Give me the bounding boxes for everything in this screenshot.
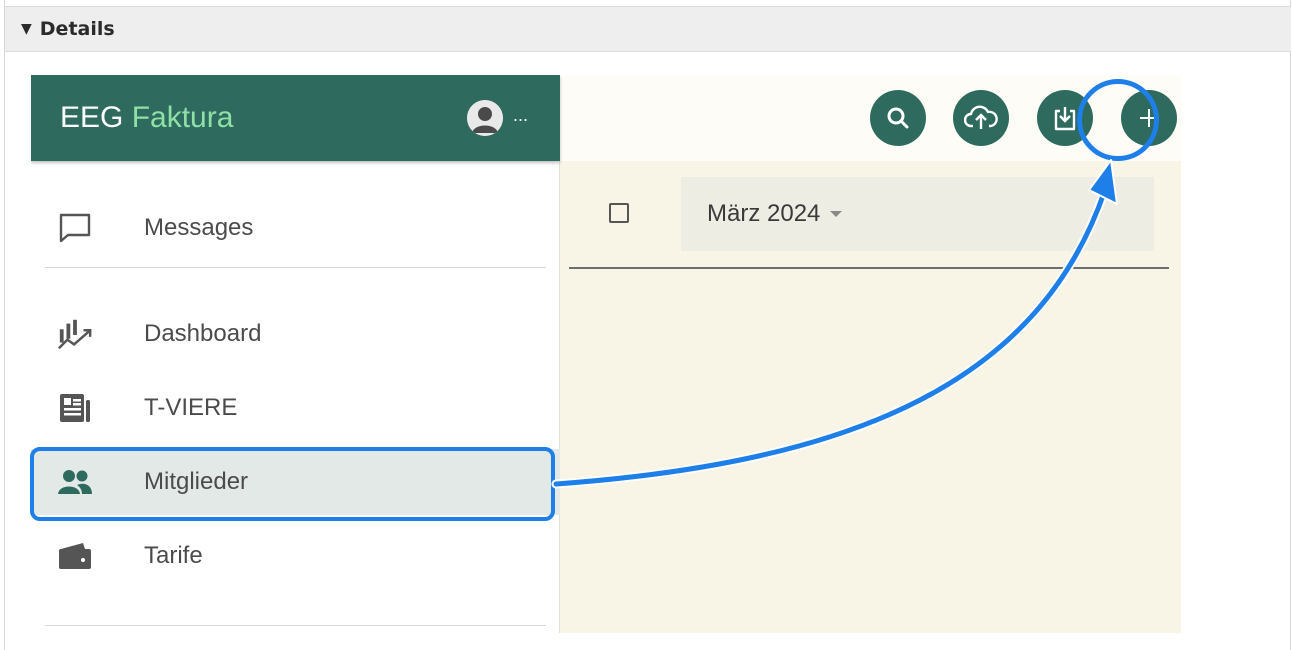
- content-divider: [569, 267, 1169, 269]
- message-icon: [57, 210, 93, 246]
- period-value: März 2024: [707, 200, 821, 227]
- brand-suffix: Faktura: [131, 101, 234, 134]
- user-menu-more: ...: [513, 104, 529, 125]
- user-menu[interactable]: ...: [467, 100, 528, 136]
- app-header: EEG Faktura ...: [31, 75, 560, 161]
- sidebar-divider: [45, 625, 546, 626]
- details-summary[interactable]: ▼ Details: [5, 6, 1291, 52]
- wallet-icon: [57, 538, 93, 574]
- search-icon: [887, 107, 909, 129]
- toolbar: [560, 75, 1181, 161]
- sidebar-item-mitglieder[interactable]: Mitglieder: [31, 449, 560, 515]
- main-content: März 2024: [560, 161, 1181, 633]
- sidebar-item-tarife[interactable]: Tarife: [31, 523, 560, 589]
- sidebar-divider: [45, 267, 546, 268]
- sidebar-item-t-viere[interactable]: T-VIERE: [31, 375, 560, 441]
- dropdown-caret-icon: [830, 211, 843, 217]
- period-select[interactable]: März 2024: [681, 177, 1154, 251]
- add-button[interactable]: [1121, 90, 1177, 146]
- sidebar-item-label: Tarife: [144, 542, 203, 569]
- details-label: Details: [39, 18, 115, 40]
- sidebar-item-label: Mitglieder: [144, 468, 249, 495]
- app-brand: EEG Faktura: [60, 101, 233, 135]
- app-screenshot: EEG Faktura ... Messages Dashboard T-VIE…: [31, 75, 1181, 633]
- cloud-upload-icon: [964, 105, 998, 129]
- upload-button[interactable]: [953, 90, 1009, 146]
- download-button[interactable]: [1037, 90, 1093, 146]
- sidebar: Messages Dashboard T-VIERE Mitglieder Ta…: [31, 161, 560, 633]
- brand-prefix: EEG: [60, 101, 124, 134]
- search-button[interactable]: [870, 90, 926, 146]
- sidebar-item-label: Messages: [144, 214, 254, 241]
- members-icon: [57, 464, 93, 500]
- select-all-checkbox[interactable]: [609, 203, 629, 223]
- chart-icon: [57, 316, 93, 352]
- sidebar-item-label: T-VIERE: [144, 394, 238, 421]
- add-icon: [1140, 109, 1158, 127]
- sidebar-item-dashboard[interactable]: Dashboard: [31, 301, 560, 367]
- newspaper-icon: [57, 390, 93, 426]
- sidebar-item-messages[interactable]: Messages: [31, 195, 560, 261]
- avatar-icon: [467, 100, 503, 136]
- sidebar-item-label: Dashboard: [144, 320, 262, 347]
- download-icon: [1054, 107, 1076, 131]
- expand-triangle-icon: ▼: [21, 21, 32, 37]
